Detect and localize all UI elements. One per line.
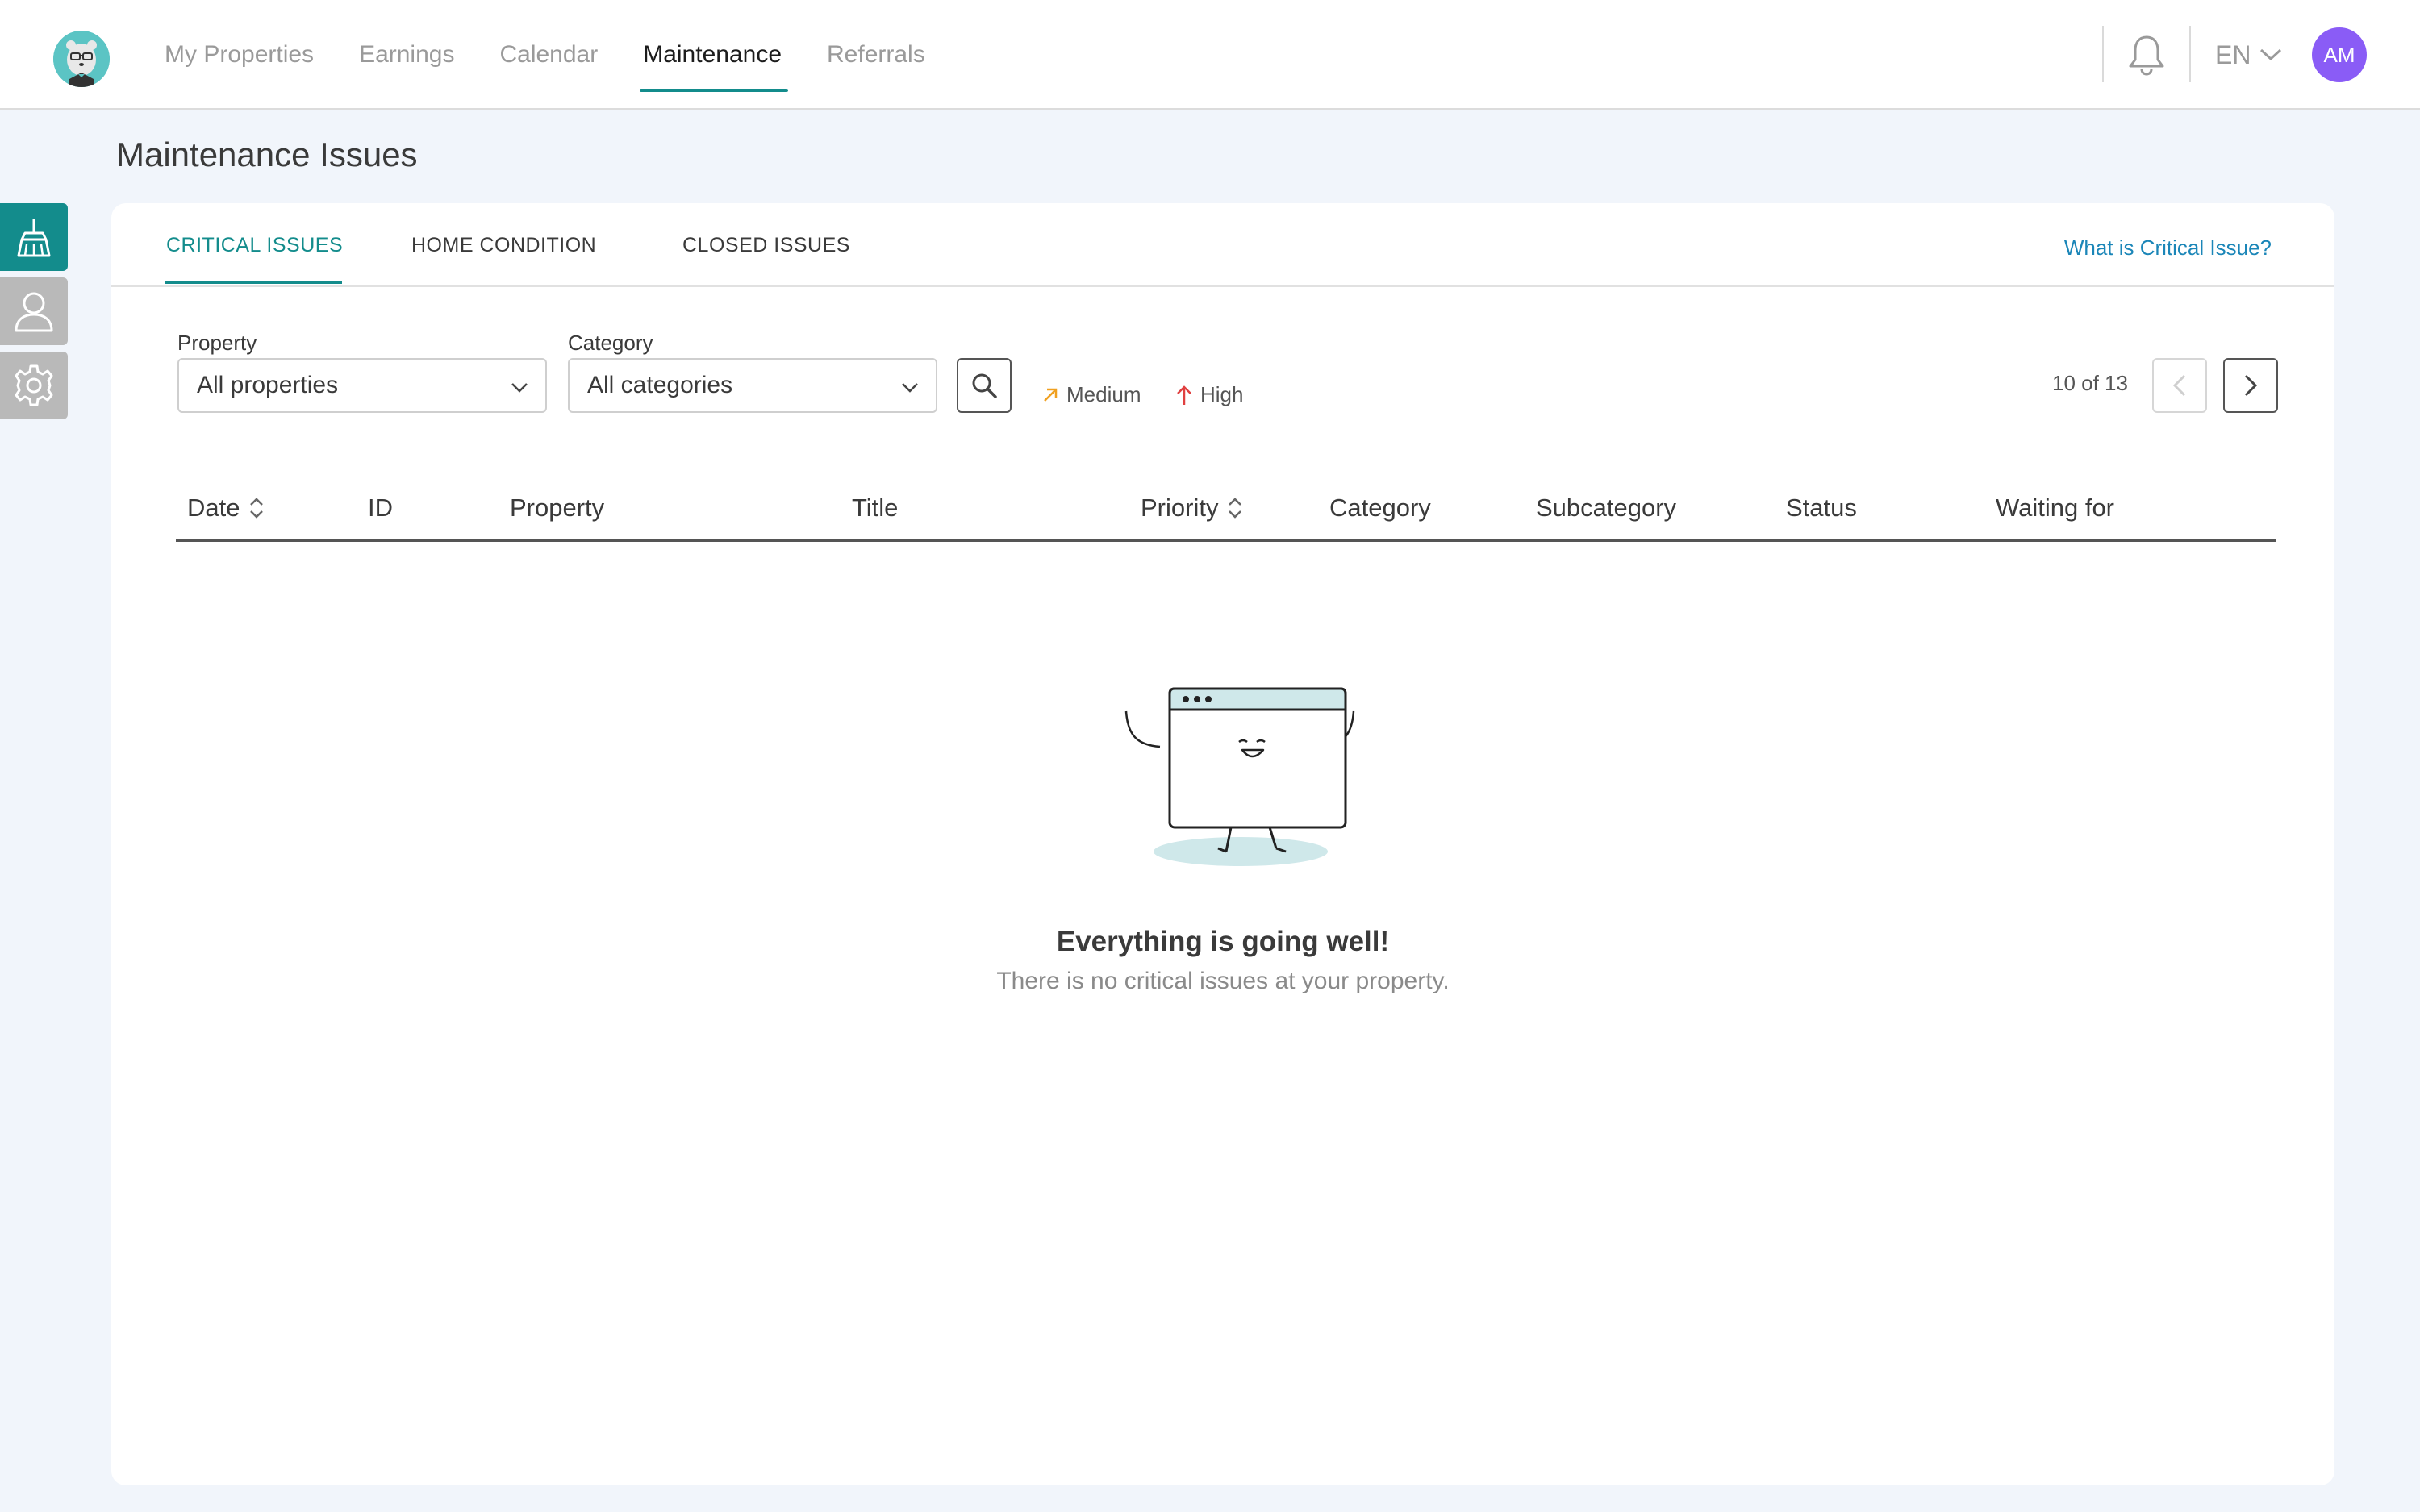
bear-mascot-icon xyxy=(53,31,110,87)
sidebar-item-profile[interactable] xyxy=(0,277,68,345)
column-header-subcategory: Subcategory xyxy=(1536,494,1677,522)
next-page-button[interactable] xyxy=(2223,358,2278,413)
empty-state-subtitle: There is no critical issues at your prop… xyxy=(996,968,1450,994)
category-filter-select[interactable]: All categories xyxy=(568,358,937,413)
user-avatar[interactable]: AM xyxy=(2312,27,2367,82)
language-label: EN xyxy=(2215,40,2251,69)
column-header-priority-label: Priority xyxy=(1141,494,1219,522)
nav-earnings[interactable]: Earnings xyxy=(359,0,454,110)
empty-state-title: Everything is going well! xyxy=(1056,926,1390,957)
issues-table-header: Date ID Property Title Priority Category… xyxy=(176,476,2276,542)
column-header-id: ID xyxy=(368,494,393,522)
nav-divider xyxy=(2189,26,2191,82)
user-icon xyxy=(15,292,53,332)
critical-issue-help-link[interactable]: What is Critical Issue? xyxy=(2064,235,2272,260)
column-header-property: Property xyxy=(510,494,605,522)
main-nav: My Properties Earnings Calendar Maintena… xyxy=(165,0,970,110)
legend-high: High xyxy=(1175,382,1243,407)
category-filter-value: All categories xyxy=(587,372,733,398)
chevron-down-icon xyxy=(2260,48,2282,61)
nav-my-properties[interactable]: My Properties xyxy=(165,0,314,110)
active-tab-indicator xyxy=(165,281,342,284)
chevron-right-icon xyxy=(2244,374,2258,397)
sort-icon xyxy=(250,498,264,519)
chevron-down-icon xyxy=(511,383,528,393)
broom-icon xyxy=(17,219,51,257)
arrow-up-right-icon xyxy=(1044,388,1058,402)
chevron-down-icon xyxy=(902,383,918,393)
tab-closed-issues[interactable]: CLOSED ISSUES xyxy=(682,234,850,257)
chevron-left-icon xyxy=(2172,374,2186,397)
language-selector[interactable]: EN xyxy=(2215,35,2283,74)
search-button[interactable] xyxy=(957,358,1012,413)
property-filter-select[interactable]: All properties xyxy=(177,358,547,413)
sort-icon xyxy=(1229,498,1242,519)
legend-medium-label: Medium xyxy=(1066,382,1141,406)
sidebar-item-maintenance[interactable] xyxy=(0,203,68,271)
issue-tabs: CRITICAL ISSUES HOME CONDITION CLOSED IS… xyxy=(111,203,2334,287)
empty-state-illustration xyxy=(1079,673,1402,866)
nav-calendar[interactable]: Calendar xyxy=(499,0,598,110)
category-filter-label: Category xyxy=(568,331,653,355)
column-header-date-label: Date xyxy=(187,494,240,522)
issues-card: CRITICAL ISSUES HOME CONDITION CLOSED IS… xyxy=(111,203,2334,1485)
tab-home-condition[interactable]: HOME CONDITION xyxy=(411,234,596,257)
column-header-category: Category xyxy=(1329,494,1431,522)
legend-high-label: High xyxy=(1200,382,1244,406)
search-icon xyxy=(972,373,997,398)
page-title: Maintenance Issues xyxy=(116,135,418,173)
brand-logo[interactable] xyxy=(53,31,110,87)
arrow-up-icon xyxy=(1177,385,1191,405)
property-filter-label: Property xyxy=(177,331,257,355)
nav-maintenance[interactable]: Maintenance xyxy=(640,0,788,110)
pagination-status: 10 of 13 xyxy=(2052,371,2128,395)
nav-referrals[interactable]: Referrals xyxy=(827,0,925,110)
previous-page-button[interactable] xyxy=(2152,358,2207,413)
notifications-bell-icon[interactable] xyxy=(2126,32,2167,77)
column-header-waiting-for: Waiting for xyxy=(1996,494,2115,522)
column-header-priority[interactable]: Priority xyxy=(1141,494,1244,523)
nav-divider xyxy=(2102,26,2104,82)
gear-icon xyxy=(15,364,53,406)
tab-critical-issues[interactable]: CRITICAL ISSUES xyxy=(166,234,343,257)
property-filter-value: All properties xyxy=(197,372,339,398)
column-header-status: Status xyxy=(1786,494,1857,522)
top-navbar: My Properties Earnings Calendar Maintena… xyxy=(0,0,2420,110)
column-header-date[interactable]: Date xyxy=(187,494,265,523)
legend-medium: Medium xyxy=(1041,382,1141,407)
sidebar-item-settings[interactable] xyxy=(0,352,68,419)
column-header-title: Title xyxy=(852,494,899,522)
